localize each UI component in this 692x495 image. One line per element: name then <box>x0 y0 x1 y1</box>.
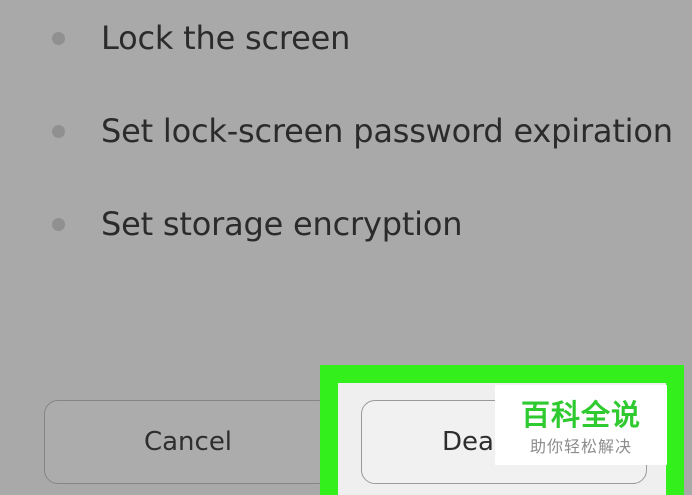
policy-label: Set lock-screen password expiration <box>101 112 673 150</box>
policy-label: Set storage encryption <box>101 205 463 243</box>
bullet-icon <box>52 31 65 45</box>
policy-item-lock-screen: Lock the screen <box>52 18 350 58</box>
policy-label: Lock the screen <box>101 19 351 57</box>
bullet-icon <box>52 217 65 231</box>
cancel-button[interactable]: Cancel <box>44 400 332 484</box>
watermark-logo: 百科全说 助你轻松解决 <box>495 385 667 465</box>
bullet-icon <box>52 124 65 138</box>
device-admin-screen: Lock the screen Set lock-screen password… <box>0 0 692 495</box>
policy-item-password-expiration: Set lock-screen password expiration <box>52 111 673 151</box>
watermark-title: 百科全说 <box>520 398 641 432</box>
policy-item-storage-encryption: Set storage encryption <box>52 204 463 244</box>
watermark-subtitle: 助你轻松解决 <box>529 437 632 456</box>
